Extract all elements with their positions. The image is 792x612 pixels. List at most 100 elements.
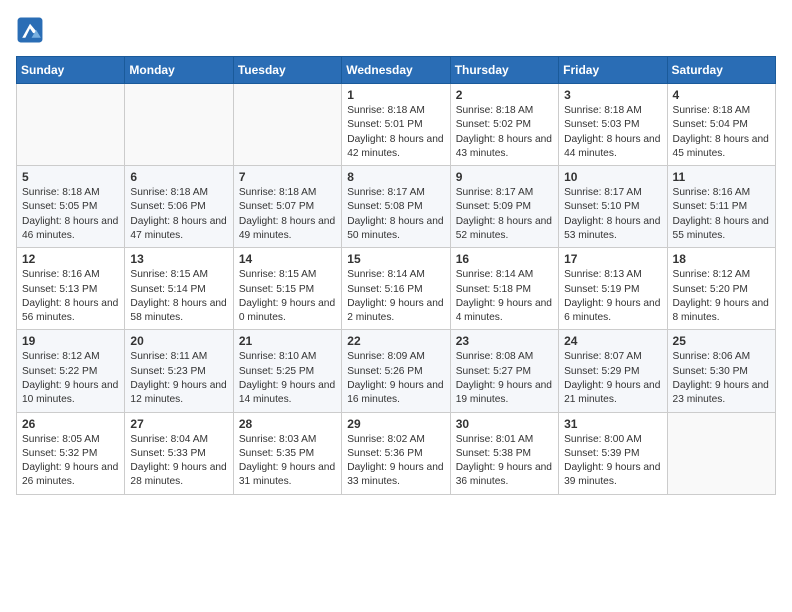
calendar-cell: 22 Sunrise: 8:09 AM Sunset: 5:26 PM Dayli… (342, 330, 450, 412)
calendar-cell: 18 Sunrise: 8:12 AM Sunset: 5:20 PM Dayli… (667, 248, 775, 330)
calendar-cell: 14Sunrise: 8:15 AM Sunset: 5:15 PM Dayli… (233, 248, 341, 330)
calendar-cell: 10Sunrise: 8:17 AM Sunset: 5:10 PM Dayli… (559, 166, 667, 248)
day-number: 24 (564, 334, 661, 348)
calendar-cell (17, 84, 125, 166)
calendar-week-row: 5 Sunrise: 8:18 AM Sunset: 5:05 PM Daylig… (17, 166, 776, 248)
day-number: 30 (456, 417, 553, 431)
day-info: Sunrise: 8:12 AM Sunset: 5:20 PM Dayligh… (673, 268, 770, 325)
calendar-table: SundayMondayTuesdayWednesdayThursdayFrid… (16, 56, 776, 495)
calendar-cell: 20 Sunrise: 8:11 AM Sunset: 5:23 PM Dayli… (125, 330, 233, 412)
day-info: Sunrise: 8:17 AM Sunset: 5:10 PM Dayligh… (564, 186, 661, 243)
day-number: 7 (239, 170, 336, 184)
day-number: 20 (130, 334, 227, 348)
calendar-cell: 2 Sunrise: 8:18 AM Sunset: 5:02 PM Daylig… (450, 84, 558, 166)
calendar-header-row: SundayMondayTuesdayWednesdayThursdayFrid… (17, 57, 776, 84)
day-info: Sunrise: 8:08 AM Sunset: 5:27 PM Dayligh… (456, 350, 553, 407)
calendar-cell: 31 Sunrise: 8:00 AM Sunset: 5:39 PM Dayli… (559, 412, 667, 494)
logo-icon (16, 16, 44, 44)
day-number: 15 (347, 252, 444, 266)
day-number: 4 (673, 88, 770, 102)
day-info: Sunrise: 8:12 AM Sunset: 5:22 PM Dayligh… (22, 350, 119, 407)
calendar-cell: 26 Sunrise: 8:05 AM Sunset: 5:32 PM Dayli… (17, 412, 125, 494)
calendar-cell: 4 Sunrise: 8:18 AM Sunset: 5:04 PM Daylig… (667, 84, 775, 166)
calendar-cell: 27 Sunrise: 8:04 AM Sunset: 5:33 PM Dayli… (125, 412, 233, 494)
calendar-week-row: 19Sunrise: 8:12 AM Sunset: 5:22 PM Dayli… (17, 330, 776, 412)
day-info: Sunrise: 8:18 AM Sunset: 5:01 PM Dayligh… (347, 104, 444, 161)
day-number: 31 (564, 417, 661, 431)
calendar-header-wednesday: Wednesday (342, 57, 450, 84)
day-number: 16 (456, 252, 553, 266)
day-info: Sunrise: 8:15 AM Sunset: 5:14 PM Dayligh… (130, 268, 227, 325)
day-number: 28 (239, 417, 336, 431)
calendar-cell: 30 Sunrise: 8:01 AM Sunset: 5:38 PM Dayli… (450, 412, 558, 494)
calendar-cell: 6Sunrise: 8:18 AM Sunset: 5:06 PM Daylig… (125, 166, 233, 248)
day-info: Sunrise: 8:15 AM Sunset: 5:15 PM Dayligh… (239, 268, 336, 325)
day-number: 29 (347, 417, 444, 431)
day-info: Sunrise: 8:04 AM Sunset: 5:33 PM Dayligh… (130, 433, 227, 490)
day-info: Sunrise: 8:18 AM Sunset: 5:06 PM Dayligh… (130, 186, 227, 243)
day-info: Sunrise: 8:13 AM Sunset: 5:19 PM Dayligh… (564, 268, 661, 325)
day-number: 26 (22, 417, 119, 431)
calendar-cell: 8 Sunrise: 8:17 AM Sunset: 5:08 PM Daylig… (342, 166, 450, 248)
day-number: 13 (130, 252, 227, 266)
calendar-cell: 28 Sunrise: 8:03 AM Sunset: 5:35 PM Dayli… (233, 412, 341, 494)
page-header (16, 16, 776, 44)
calendar-cell: 1 Sunrise: 8:18 AM Sunset: 5:01 PM Daylig… (342, 84, 450, 166)
calendar-cell: 3 Sunrise: 8:18 AM Sunset: 5:03 PM Daylig… (559, 84, 667, 166)
calendar-week-row: 1 Sunrise: 8:18 AM Sunset: 5:01 PM Daylig… (17, 84, 776, 166)
day-info: Sunrise: 8:18 AM Sunset: 5:05 PM Dayligh… (22, 186, 119, 243)
day-info: Sunrise: 8:16 AM Sunset: 5:11 PM Dayligh… (673, 186, 770, 243)
day-number: 5 (22, 170, 119, 184)
day-number: 1 (347, 88, 444, 102)
calendar-header-thursday: Thursday (450, 57, 558, 84)
day-number: 17 (564, 252, 661, 266)
calendar-cell: 12 Sunrise: 8:16 AM Sunset: 5:13 PM Dayli… (17, 248, 125, 330)
calendar-header-tuesday: Tuesday (233, 57, 341, 84)
day-number: 25 (673, 334, 770, 348)
day-info: Sunrise: 8:00 AM Sunset: 5:39 PM Dayligh… (564, 433, 661, 490)
calendar-cell: 7Sunrise: 8:18 AM Sunset: 5:07 PM Daylig… (233, 166, 341, 248)
calendar-cell: 25 Sunrise: 8:06 AM Sunset: 5:30 PM Dayli… (667, 330, 775, 412)
day-info: Sunrise: 8:07 AM Sunset: 5:29 PM Dayligh… (564, 350, 661, 407)
day-number: 21 (239, 334, 336, 348)
day-number: 11 (673, 170, 770, 184)
day-info: Sunrise: 8:18 AM Sunset: 5:03 PM Dayligh… (564, 104, 661, 161)
day-number: 12 (22, 252, 119, 266)
calendar-header-sunday: Sunday (17, 57, 125, 84)
day-info: Sunrise: 8:14 AM Sunset: 5:16 PM Dayligh… (347, 268, 444, 325)
day-number: 18 (673, 252, 770, 266)
day-info: Sunrise: 8:05 AM Sunset: 5:32 PM Dayligh… (22, 433, 119, 490)
calendar-cell: 11 Sunrise: 8:16 AM Sunset: 5:11 PM Dayli… (667, 166, 775, 248)
day-info: Sunrise: 8:17 AM Sunset: 5:08 PM Dayligh… (347, 186, 444, 243)
calendar-header-saturday: Saturday (667, 57, 775, 84)
day-info: Sunrise: 8:11 AM Sunset: 5:23 PM Dayligh… (130, 350, 227, 407)
day-info: Sunrise: 8:06 AM Sunset: 5:30 PM Dayligh… (673, 350, 770, 407)
day-number: 27 (130, 417, 227, 431)
day-info: Sunrise: 8:01 AM Sunset: 5:38 PM Dayligh… (456, 433, 553, 490)
calendar-cell (125, 84, 233, 166)
calendar-cell: 15 Sunrise: 8:14 AM Sunset: 5:16 PM Dayli… (342, 248, 450, 330)
day-info: Sunrise: 8:18 AM Sunset: 5:04 PM Dayligh… (673, 104, 770, 161)
calendar-cell: 23 Sunrise: 8:08 AM Sunset: 5:27 PM Dayli… (450, 330, 558, 412)
calendar-cell (233, 84, 341, 166)
day-number: 3 (564, 88, 661, 102)
calendar-cell (667, 412, 775, 494)
day-number: 23 (456, 334, 553, 348)
day-number: 9 (456, 170, 553, 184)
day-info: Sunrise: 8:09 AM Sunset: 5:26 PM Dayligh… (347, 350, 444, 407)
day-info: Sunrise: 8:02 AM Sunset: 5:36 PM Dayligh… (347, 433, 444, 490)
day-info: Sunrise: 8:16 AM Sunset: 5:13 PM Dayligh… (22, 268, 119, 325)
day-info: Sunrise: 8:18 AM Sunset: 5:02 PM Dayligh… (456, 104, 553, 161)
calendar-cell: 13 Sunrise: 8:15 AM Sunset: 5:14 PM Dayli… (125, 248, 233, 330)
calendar-cell: 24 Sunrise: 8:07 AM Sunset: 5:29 PM Dayli… (559, 330, 667, 412)
day-info: Sunrise: 8:17 AM Sunset: 5:09 PM Dayligh… (456, 186, 553, 243)
day-number: 22 (347, 334, 444, 348)
day-info: Sunrise: 8:03 AM Sunset: 5:35 PM Dayligh… (239, 433, 336, 490)
calendar-week-row: 26 Sunrise: 8:05 AM Sunset: 5:32 PM Dayli… (17, 412, 776, 494)
calendar-header-monday: Monday (125, 57, 233, 84)
calendar-cell: 16Sunrise: 8:14 AM Sunset: 5:18 PM Dayli… (450, 248, 558, 330)
day-number: 2 (456, 88, 553, 102)
day-info: Sunrise: 8:10 AM Sunset: 5:25 PM Dayligh… (239, 350, 336, 407)
day-number: 8 (347, 170, 444, 184)
calendar-cell: 29 Sunrise: 8:02 AM Sunset: 5:36 PM Dayli… (342, 412, 450, 494)
